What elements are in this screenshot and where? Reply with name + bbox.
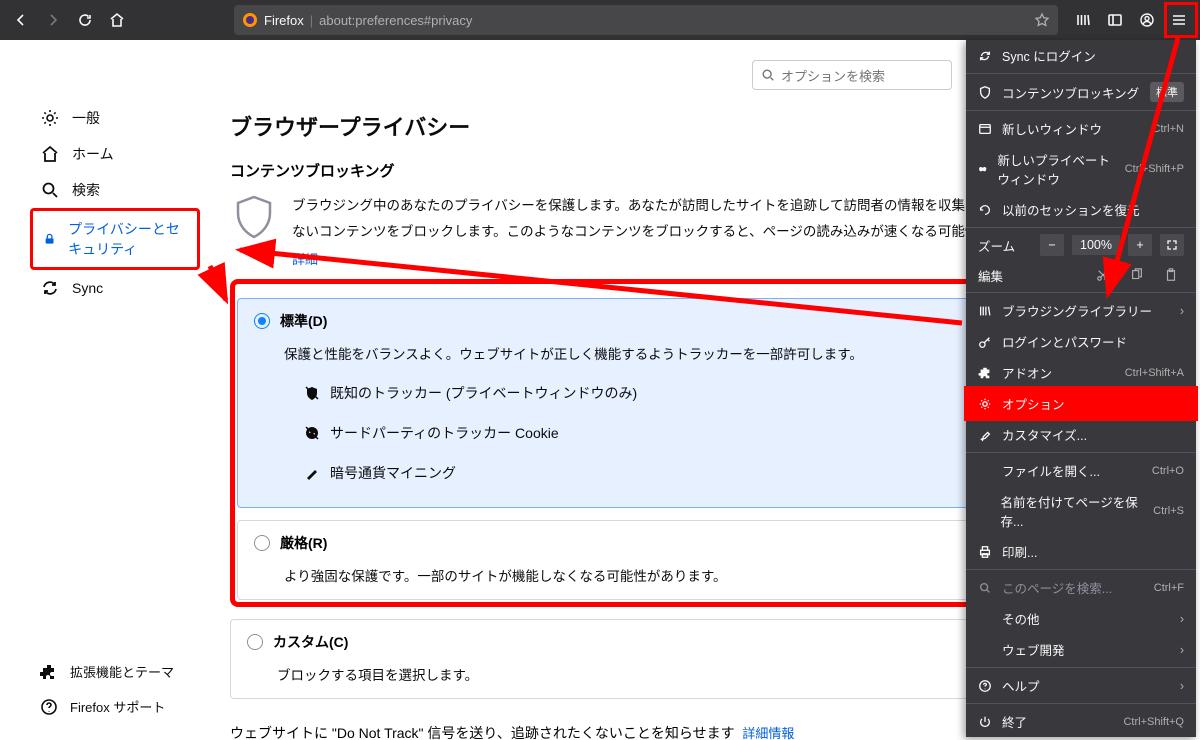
shield-icon [230,193,278,241]
content-blocking-desc: ブラウジング中のあなたのプライバシーを保護します。あなたが訪問したサイトを追跡し… [292,193,1059,273]
menu-quit[interactable]: 終了Ctrl+Shift+Q [966,706,1196,737]
menu-more[interactable]: その他› [966,603,1196,634]
dnt-more-link[interactable]: 詳細情報 [742,723,794,740]
lock-icon [43,229,56,249]
radio-standard[interactable] [254,313,270,329]
account-icon[interactable] [1132,5,1162,35]
menu-save-as[interactable]: 名前を付けてページを保存...Ctrl+S [966,486,1196,536]
window-icon [978,122,992,136]
sidebar-item-general[interactable]: 一般 [30,100,200,136]
zoom-out-button[interactable]: − [1040,234,1064,256]
library-icon[interactable] [1068,5,1098,35]
library-icon [978,304,992,318]
preferences-search-input[interactable]: オプションを検索 [752,60,952,90]
menu-find[interactable]: このページを検索...Ctrl+F [966,572,1196,603]
fullscreen-button[interactable] [1160,234,1184,256]
help-icon [978,679,992,693]
menu-sync[interactable]: Sync にログイン [966,40,1196,71]
key-icon [978,335,992,349]
sidebar-label-support: Firefox サポート [70,697,165,716]
sidebar-item-search[interactable]: 検索 [30,172,200,208]
sidebar-item-extensions[interactable]: 拡張機能とテーマ [30,654,184,689]
cb-badge: 標準 [1150,82,1184,102]
star-icon[interactable] [1034,12,1050,28]
menu-new-window[interactable]: 新しいウィンドウCtrl+N [966,113,1196,144]
cookie-icon [304,425,320,441]
reload-button[interactable] [70,5,100,35]
sidebar-label-general: 一般 [72,108,100,128]
url-identity: Firefox [264,13,304,28]
preferences-sidebar: 一般 ホーム 検索 プライバシーとセキュリティ Sync 拡張機能とテーマ Fi… [0,40,210,740]
zoom-value: 100% [1072,235,1120,255]
menu-library[interactable]: ブラウジングライブラリー› [966,295,1196,326]
hamburger-menu-button[interactable] [1164,5,1194,35]
menu-content-blocking[interactable]: コンテンツブロッキング標準 [966,76,1196,108]
home-button[interactable] [102,5,132,35]
power-icon [978,715,992,729]
paste-button[interactable] [1158,264,1184,286]
radio-custom[interactable] [247,634,263,650]
restore-icon [978,203,992,217]
back-button[interactable] [6,5,36,35]
menu-logins[interactable]: ログインとパスワード [966,326,1196,357]
menu-edit: 編集 [966,260,1196,290]
sidebar-item-sync[interactable]: Sync [30,270,200,306]
cut-button[interactable] [1090,264,1116,286]
menu-new-private-window[interactable]: 新しいプライベートウィンドウCtrl+Shift+P [966,144,1196,194]
search-icon [761,68,775,82]
puzzle-icon [978,366,992,380]
menu-open-file[interactable]: ファイルを開く...Ctrl+O [966,455,1196,486]
browser-toolbar: Firefox | about:preferences#privacy [0,0,1200,40]
sidebar-label-sync: Sync [72,280,103,296]
url-bar[interactable]: Firefox | about:preferences#privacy [234,5,1058,35]
sidebar-item-support[interactable]: Firefox サポート [30,689,184,724]
menu-help[interactable]: ヘルプ› [966,670,1196,701]
menu-addons[interactable]: アドオンCtrl+Shift+A [966,357,1196,388]
brush-icon [978,428,992,442]
url-path: about:preferences#privacy [319,13,472,28]
sidebar-item-privacy[interactable]: プライバシーとセキュリティ [30,208,200,270]
menu-restore-session[interactable]: 以前のセッションを復元 [966,194,1196,225]
search-icon [978,581,992,595]
forward-button[interactable] [38,5,68,35]
menu-zoom: ズーム−100%+ [966,230,1196,260]
gear-icon [978,397,992,411]
tracker-icon [304,385,320,401]
hamburger-menu: Sync にログイン コンテンツブロッキング標準 新しいウィンドウCtrl+N … [966,40,1196,737]
copy-button[interactable] [1124,264,1150,286]
detail-link[interactable]: 詳細 [292,248,318,273]
cryptomining-icon [304,465,320,481]
sidebar-label-ext: 拡張機能とテーマ [70,662,174,681]
sidebar-item-home[interactable]: ホーム [30,136,200,172]
print-icon [978,545,992,559]
menu-print[interactable]: 印刷... [966,536,1196,567]
sidebar-label-privacy: プライバシーとセキュリティ [68,219,187,259]
sidebar-icon[interactable] [1100,5,1130,35]
sidebar-label-search: 検索 [72,180,100,200]
radio-strict[interactable] [254,535,270,551]
zoom-in-button[interactable]: + [1128,234,1152,256]
mask-icon [978,162,987,176]
shield-icon [978,85,992,99]
menu-options[interactable]: オプション [966,388,1196,419]
sidebar-label-home: ホーム [72,144,114,164]
menu-webdev[interactable]: ウェブ開発› [966,634,1196,665]
firefox-icon [242,12,258,28]
sync-icon [978,49,992,63]
menu-customize[interactable]: カスタマイズ... [966,419,1196,450]
